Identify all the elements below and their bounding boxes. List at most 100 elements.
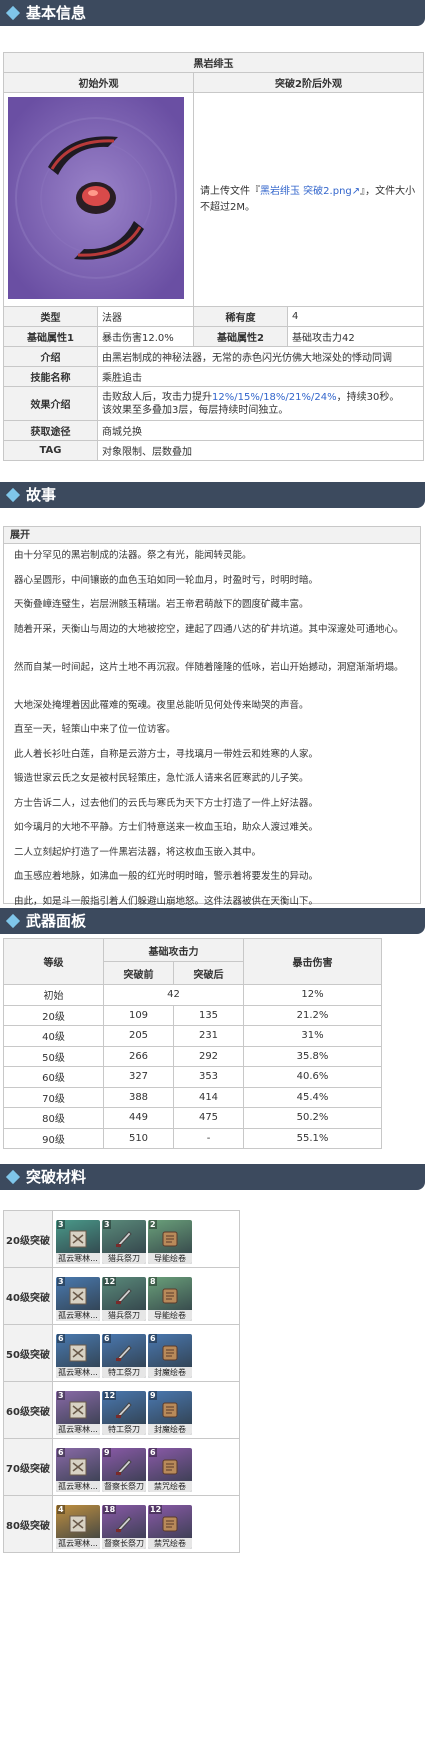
- upload-notice: 请上传文件『黑岩绯玉 突破2.png↗』，文件大小不超过2M。: [193, 92, 424, 307]
- material-count: 3: [57, 1277, 65, 1286]
- material-count: 12: [103, 1391, 117, 1400]
- type-value: 法器: [97, 306, 194, 327]
- weapon-stats-table: 等级 基础攻击力 暴击伤害 突破前 突破后 初始 42 12% 20级 109 135 21…: [3, 938, 382, 1149]
- level-cell: 70级: [3, 1086, 104, 1108]
- material-item[interactable]: 12 特工祭刀: [102, 1391, 146, 1435]
- material-name: 猎兵祭刀: [102, 1310, 146, 1321]
- effect-value: 击败敌人后，攻击力提升12%/15%/18%/21%/24%，持续30秒。 该效果…: [97, 386, 424, 421]
- material-count: 3: [57, 1220, 65, 1229]
- material-name: 禁咒绘卷: [148, 1481, 192, 1492]
- stats-row: 90级 510-55.1%: [3, 1127, 382, 1149]
- before-cell: 510: [103, 1127, 174, 1149]
- before-cell: 327: [103, 1066, 174, 1088]
- after-cell: 292: [173, 1045, 244, 1067]
- base-atk-cell: 42: [103, 984, 244, 1006]
- ascension-level-label: 60级突破: [3, 1381, 53, 1439]
- material-name: 猎兵祭刀: [102, 1253, 146, 1264]
- source-value: 商城兑换: [97, 420, 424, 441]
- skill-name-value: 乘胜追击: [97, 366, 424, 387]
- weapon-image[interactable]: [8, 97, 184, 299]
- material-item[interactable]: 18 督察长祭刀: [102, 1505, 146, 1549]
- material-name: 孤云寒林...: [56, 1424, 100, 1435]
- section-header-weapon-panel: 武器面板: [0, 908, 425, 934]
- crit-cell: 35.8%: [243, 1045, 382, 1067]
- base-attr2-value: 基础攻击力42: [287, 326, 424, 347]
- material-item[interactable]: 4 孤云寒林...: [56, 1505, 100, 1549]
- material-item[interactable]: 12 禁咒绘卷: [148, 1505, 192, 1549]
- crit-cell: 21.2%: [243, 1004, 382, 1026]
- material-count: 6: [103, 1334, 111, 1343]
- base-atk-header: 基础攻击力: [103, 938, 244, 962]
- story-paragraph: 如今璃月的大地不平静。方士们特意送来一枚血玉珀，助众人渡过难关。: [14, 822, 319, 833]
- stats-row: 20级 109 135 21.2%: [3, 1004, 382, 1026]
- diamond-icon: [5, 913, 21, 929]
- level-cell: 60级: [3, 1066, 104, 1088]
- story-paragraph: 二人立刻起炉打造了一件黑岩法器，将这枚血玉嵌入其中。: [14, 846, 262, 858]
- material-item[interactable]: 3 孤云寒林...: [56, 1220, 100, 1264]
- after-cell: 353: [173, 1066, 244, 1088]
- upload-file-link[interactable]: 黑岩绯玉 突破2.png: [260, 186, 352, 197]
- after-cell: 135: [173, 1004, 244, 1026]
- material-item[interactable]: 3 猎兵祭刀: [102, 1220, 146, 1264]
- stats-row: 初始 42 12%: [3, 984, 382, 1006]
- ascension-level-label: 80级突破: [3, 1495, 53, 1553]
- section-title: 武器面板: [26, 912, 87, 930]
- section-title: 故事: [26, 486, 57, 504]
- stats-row: 50级 266 292 35.8%: [3, 1045, 382, 1067]
- material-item[interactable]: 12 猎兵祭刀: [102, 1277, 146, 1321]
- external-link-icon: ↗: [351, 185, 361, 197]
- level-cell: 初始: [3, 984, 104, 1006]
- material-item[interactable]: 6 禁咒绘卷: [148, 1448, 192, 1492]
- material-name: 孤云寒林...: [56, 1481, 100, 1492]
- material-count: 18: [103, 1505, 117, 1514]
- material-item[interactable]: 6 孤云寒林...: [56, 1334, 100, 1378]
- story-paragraph: 此人着长衫吐白莲，自称是云游方士，寻找璃月一带姓云和姓寒的人家。: [14, 748, 319, 760]
- section-title: 基本信息: [26, 4, 87, 22]
- material-name: 导能绘卷: [148, 1253, 192, 1264]
- intro-value: 由黑岩制成的神秘法器，无常的赤色闪光仿佛大地深处的悸动同调: [97, 346, 424, 367]
- material-name: 督察长祭刀: [102, 1538, 146, 1549]
- diamond-icon: [5, 5, 21, 21]
- material-item[interactable]: 3 孤云寒林...: [56, 1391, 100, 1435]
- material-item[interactable]: 2 导能绘卷: [148, 1220, 192, 1264]
- material-count: 12: [149, 1505, 163, 1514]
- material-item[interactable]: 3 孤云寒林...: [56, 1277, 100, 1321]
- stats-row: 80级 449 475 50.2%: [3, 1107, 382, 1129]
- section-header-materials: 突破材料: [0, 1164, 425, 1190]
- crit-header: 暴击伤害: [243, 938, 382, 985]
- material-count: 9: [149, 1391, 157, 1400]
- material-item[interactable]: 8 导能绘卷: [148, 1277, 192, 1321]
- story-paragraph: 大地深处掩埋着因此罹难的冤魂。夜里总能听见何处传来呦哭的声音。: [14, 699, 309, 711]
- story-paragraph: 由十分罕见的黑岩制成的法器。祭之有光，能闻转灵能。: [14, 550, 252, 561]
- material-row: 80级突破 4 孤云寒林... 18 督察长祭刀 12 禁咒绘卷: [3, 1495, 240, 1553]
- material-item[interactable]: 9 封魔绘卷: [148, 1391, 192, 1435]
- stats-row: 60级 327 353 40.6%: [3, 1066, 382, 1088]
- material-item[interactable]: 6 孤云寒林...: [56, 1448, 100, 1492]
- material-item[interactable]: 6 封魔绘卷: [148, 1334, 192, 1378]
- material-count: 6: [57, 1448, 65, 1457]
- after-cell: 231: [173, 1025, 244, 1047]
- material-count: 4: [57, 1505, 65, 1514]
- material-count: 6: [149, 1448, 157, 1457]
- after-cell: -: [173, 1127, 244, 1149]
- rarity-label: 稀有度: [193, 306, 288, 327]
- material-item[interactable]: 9 督察长祭刀: [102, 1448, 146, 1492]
- effect-values: 12%/15%/18%/21%/24%: [212, 391, 337, 403]
- story-paragraph: 天衡叠嶂连璧生，岩层洲骸玉精瑞。岩王帝君萌敲下的圆度矿藏丰富。: [14, 599, 309, 610]
- material-name: 特工祭刀: [102, 1367, 146, 1378]
- expand-toggle[interactable]: 展开: [4, 527, 420, 544]
- section-header-basic-info: 基本信息: [0, 0, 425, 26]
- material-name: 孤云寒林...: [56, 1310, 100, 1321]
- material-count: 8: [149, 1277, 157, 1286]
- stats-row: 70级 388 414 45.4%: [3, 1086, 382, 1108]
- rarity-value: 4: [287, 306, 424, 327]
- material-name: 禁咒绘卷: [148, 1538, 192, 1549]
- after-cell: 414: [173, 1086, 244, 1108]
- level-cell: 90级: [3, 1127, 104, 1149]
- before-cell: 266: [103, 1045, 174, 1067]
- material-count: 2: [149, 1220, 157, 1229]
- story-paragraph: 锻造世家云氏之女是被村民轻策庄，急忙派人请来名匠寒武的儿子笑。: [14, 773, 309, 784]
- story-paragraph: 直至一天，轻策山中来了位一位访客。: [14, 724, 176, 735]
- weapon-info-table: 黑岩绯玉 初始外观 突破2阶后外观 请上传文件『黑岩绯玉 突破2.png↗』，文…: [3, 52, 424, 461]
- material-item[interactable]: 6 特工祭刀: [102, 1334, 146, 1378]
